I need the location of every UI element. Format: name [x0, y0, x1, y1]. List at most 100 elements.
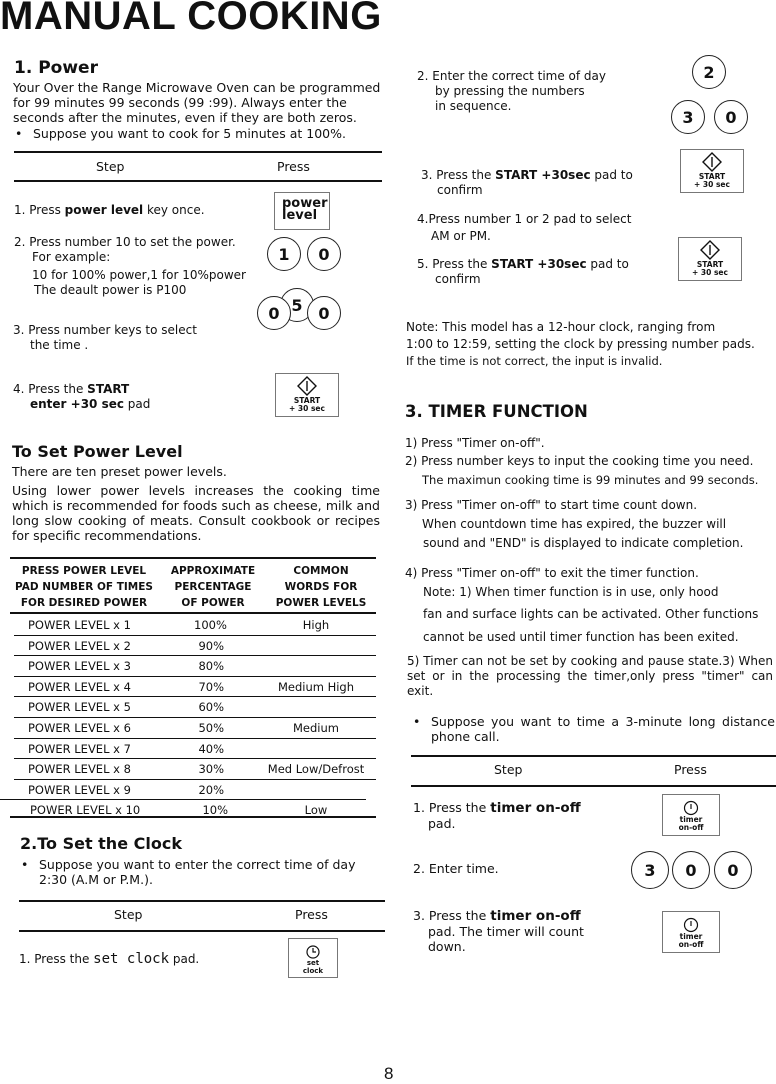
power-step-3: 3. Press number keys to select the time … — [13, 323, 197, 352]
power-step-1: 1. Press power level key once. — [14, 203, 205, 217]
divider — [14, 151, 382, 153]
power-table-row: POWER LEVEL x 2 90% — [12, 635, 376, 656]
power-level-words: High — [302, 618, 330, 632]
divider — [411, 755, 776, 757]
power-table-header-percent: APPROXIMATE PERCENTAGE OF POWER — [170, 565, 256, 609]
power-table-row: POWER LEVEL x 6 50% Medium — [12, 717, 376, 738]
number-key-0[interactable]: 0 — [672, 851, 710, 889]
power-step-4: 4. Press the START enter +30 sec pad — [13, 382, 151, 411]
start-diamond-icon — [700, 240, 720, 260]
press-column-header: Press — [277, 159, 310, 174]
press-column-header: Press — [295, 907, 328, 922]
timer-step-2: 2. Enter time. — [413, 861, 499, 876]
clock-step-2: 2. Enter the correct time of day by pres… — [417, 69, 607, 113]
timer-line-4: 3) Press "Timer on-off" to start time co… — [405, 498, 698, 512]
divider — [14, 180, 382, 182]
timer-line-6: sound and "END" is displayed to indicate… — [423, 536, 744, 550]
timer-line-2: 2) Press number keys to input the cookin… — [405, 454, 754, 468]
power-table-row: POWER LEVEL x 9 20% — [12, 779, 376, 800]
timer-step-1: 1. Press the timer on-off pad. — [413, 800, 581, 831]
clock-step-4: 4.Press number 1 or 2 pad to select AM o… — [417, 212, 632, 243]
power-level-percent: 40% — [198, 741, 224, 756]
power-level-words: Medium — [293, 721, 339, 735]
number-key-1[interactable]: 1 — [267, 237, 301, 271]
power-level-percent: 30% — [198, 762, 224, 777]
timer-line-1: 1) Press "Timer on-off". — [405, 436, 545, 450]
power-table-row: POWER LEVEL x 1 100% High — [12, 614, 376, 635]
divider — [10, 816, 376, 818]
power-table-header-press: PRESS POWER LEVEL PAD NUMBER OF TIMES FO… — [15, 565, 153, 609]
clock-icon — [306, 945, 320, 959]
timer-on-off-key[interactable]: timer on-off — [662, 794, 720, 836]
number-key-3[interactable]: 3 — [671, 100, 705, 134]
clock-step-1: 1. Press the set clock pad. — [19, 951, 200, 967]
number-key-2[interactable]: 2 — [692, 55, 726, 89]
step-column-header: Step — [114, 907, 143, 922]
power-level-press: POWER LEVEL x 4 — [28, 679, 131, 694]
step-column-header: Step — [494, 762, 523, 777]
number-key-0[interactable]: 0 — [714, 100, 748, 134]
power-level-percent: 80% — [198, 659, 224, 674]
power-level-words: Medium High — [277, 679, 355, 694]
start-diamond-icon — [297, 376, 317, 396]
power-table-row: POWER LEVEL x 4 70% Medium High — [12, 676, 376, 697]
number-key-0[interactable]: 0 — [257, 296, 291, 330]
divider — [10, 557, 376, 559]
timer-heading: 3. TIMER FUNCTION — [405, 402, 588, 421]
number-key-0[interactable]: 0 — [714, 851, 752, 889]
divider — [19, 930, 385, 932]
power-level-press: POWER LEVEL x 2 — [28, 638, 131, 653]
power-level-key[interactable]: power level — [274, 192, 330, 230]
timer-icon — [683, 917, 699, 933]
power-level-press: POWER LEVEL x 6 — [28, 721, 131, 735]
power-level-press: POWER LEVEL x 3 — [28, 659, 131, 674]
timer-line-3: The maximun cooking time is 99 minutes a… — [422, 473, 759, 487]
step-column-header: Step — [96, 159, 125, 174]
clock-step-5: 5. Press the START +30sec pad to confirm — [417, 257, 629, 286]
power-level-press: POWER LEVEL x 9 — [28, 782, 131, 797]
page-number: 8 — [384, 1064, 394, 1083]
start-key[interactable]: START + 30 sec — [680, 149, 744, 193]
timer-bullet: Suppose you want to time a 3-minute long… — [413, 714, 775, 744]
power-level-p2: Using lower power levels increases the c… — [12, 483, 380, 543]
power-level-percent: 20% — [198, 782, 224, 797]
power-level-press: POWER LEVEL x 8 — [28, 762, 131, 777]
power-heading: 1. Power — [14, 58, 98, 78]
power-table-header-words: COMMON WORDS FOR POWER LEVELS — [275, 565, 367, 609]
page-title: MANUAL COOKING — [0, 0, 382, 38]
power-bullet: Suppose you want to cook for 5 minutes a… — [15, 126, 346, 141]
press-column-header: Press — [674, 762, 707, 777]
power-level-press: POWER LEVEL x 1 — [28, 618, 131, 632]
clock-heading: 2.To Set the Clock — [20, 834, 182, 853]
set-clock-key[interactable]: set clock — [288, 938, 338, 978]
power-level-press: POWER LEVEL x 7 — [28, 741, 131, 756]
timer-line-5: When countdown time has expired, the buz… — [422, 517, 727, 531]
timer-line-7: 4) Press "Timer on-off" to exit the time… — [405, 566, 699, 580]
start-diamond-icon — [702, 152, 722, 172]
power-level-percent: 70% — [198, 679, 224, 694]
power-level-words: Med Low/Defrost — [267, 762, 365, 777]
power-level-press: POWER LEVEL x 5 — [28, 700, 131, 715]
clock-note: Note: This model has a 12-hour clock, ra… — [406, 320, 755, 368]
number-key-0[interactable]: 0 — [307, 296, 341, 330]
power-step-2: 2. Press number 10 to set the power. For… — [14, 235, 246, 297]
timer-on-off-key[interactable]: timer on-off — [662, 911, 720, 953]
start-key[interactable]: START + 30 sec — [275, 373, 339, 417]
power-level-p1: There are ten preset power levels. — [12, 464, 227, 479]
power-level-percent: 60% — [198, 700, 224, 715]
timer-line-10: cannot be used until timer function has … — [423, 630, 739, 644]
clock-bullet: Suppose you want to enter the correct ti… — [21, 857, 381, 887]
start-key[interactable]: START + 30 sec — [678, 237, 742, 281]
timer-line-9: fan and surface lights can be activated.… — [423, 607, 759, 621]
clock-step-3: 3. Press the START +30sec pad to confirm — [421, 168, 633, 197]
timer-icon — [683, 800, 699, 816]
number-key-0[interactable]: 0 — [307, 237, 341, 271]
number-key-3[interactable]: 3 — [631, 851, 669, 889]
power-table-row: POWER LEVEL x 8 30% Med Low/Defrost — [12, 758, 376, 779]
timer-line-11: 5) Timer can not be set by cooking and p… — [407, 654, 773, 698]
power-table-row: POWER LEVEL x 7 40% — [12, 738, 376, 759]
power-level-percent: 50% — [198, 721, 224, 735]
timer-line-8: Note: 1) When timer function is in use, … — [423, 585, 719, 599]
power-level-percent: 90% — [198, 638, 224, 653]
timer-step-3: 3. Press the timer on-off pad. The timer… — [413, 908, 584, 954]
